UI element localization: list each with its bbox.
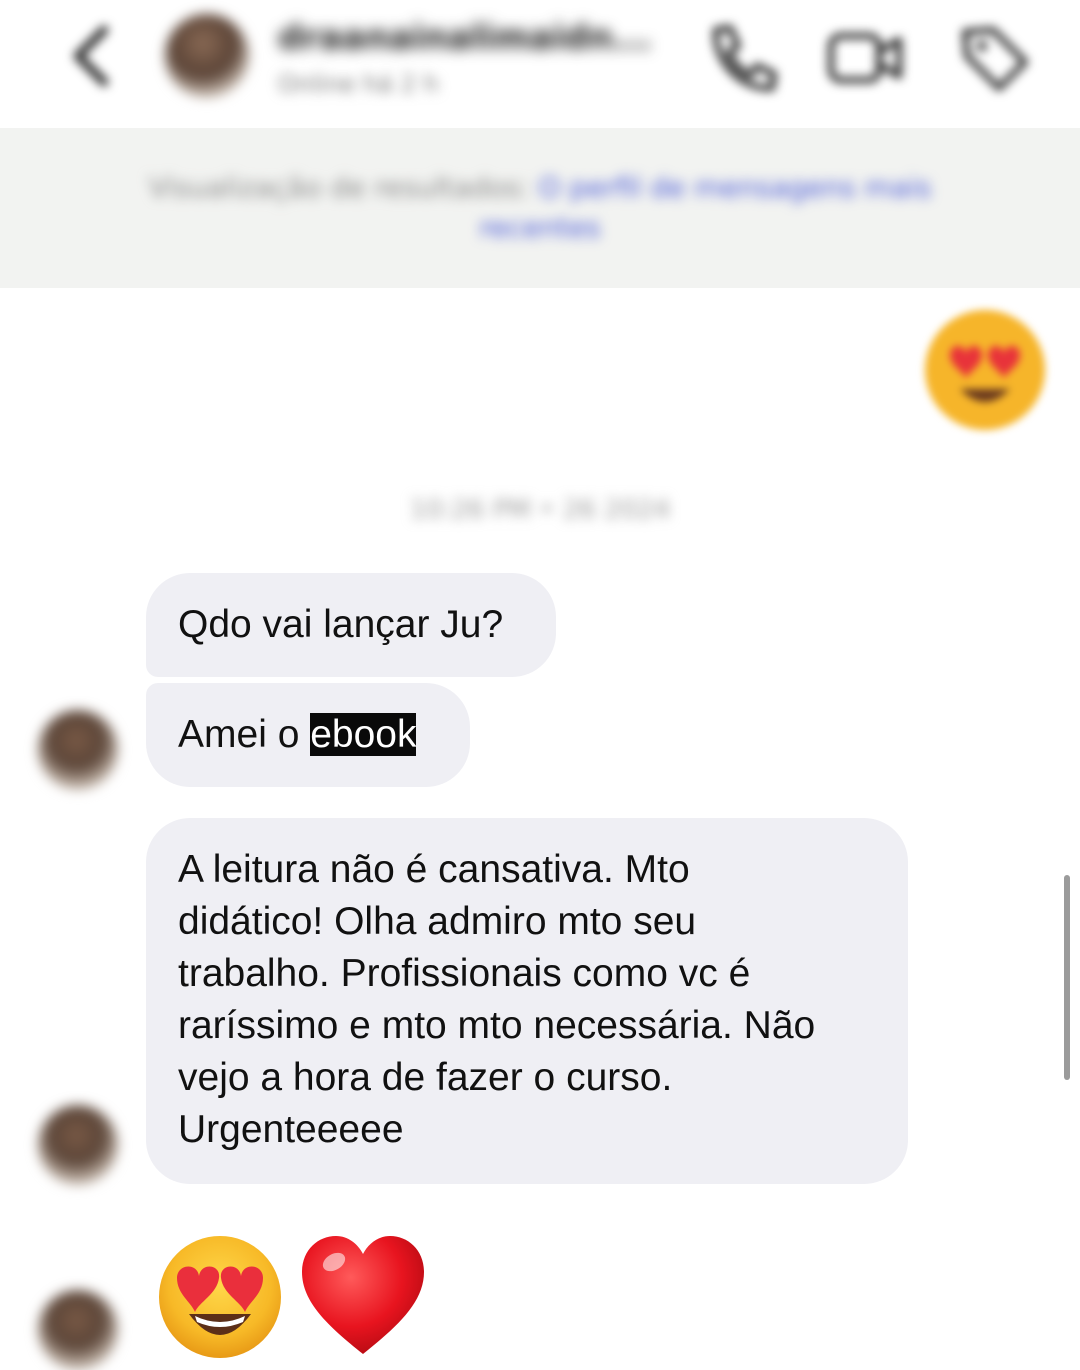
video-call-button[interactable] <box>825 18 905 98</box>
back-button[interactable] <box>62 20 122 92</box>
notice-banner: Visualização de resultados: O perfil de … <box>0 128 1080 288</box>
notice-label: Visualização de resultados: <box>148 171 530 204</box>
tag-button[interactable] <box>955 18 1035 98</box>
sent-emoji-message[interactable] <box>920 305 1050 435</box>
message-line: trabalho. Profissionais como vc é <box>178 952 751 995</box>
chat-header: draanainalimaidn... Online há 2 h <box>0 0 1080 125</box>
video-camera-icon <box>828 33 902 83</box>
highlighted-text-selection[interactable]: ebook <box>310 713 417 756</box>
scrollbar[interactable] <box>1064 875 1070 1080</box>
contact-avatar[interactable] <box>165 14 249 98</box>
heart-eyes-emoji-icon <box>159 1236 281 1358</box>
message-text: Amei o <box>178 713 311 756</box>
emoji-message[interactable] <box>298 1232 428 1362</box>
tag-icon <box>962 27 1028 91</box>
call-button[interactable] <box>702 18 782 98</box>
notice-link[interactable]: O perfil de mensagens mais recentes <box>479 171 931 244</box>
message-text: Qdo vai lançar Ju? <box>178 603 504 646</box>
chevron-left-icon <box>73 25 109 87</box>
emoji-message[interactable] <box>155 1232 285 1362</box>
sender-avatar[interactable] <box>38 710 118 790</box>
message-bubble[interactable]: Amei o ebook <box>146 683 470 787</box>
message-line: vejo a hora de fazer o curso. <box>178 1056 673 1099</box>
sender-avatar[interactable] <box>38 1290 118 1370</box>
message-line: A leitura não é cansativa. Mto <box>178 848 690 891</box>
message-bubble[interactable]: Qdo vai lançar Ju? <box>146 573 556 677</box>
notice-text: Visualização de resultados: O perfil de … <box>110 168 970 248</box>
message-timestamp: 10:26 PM • 26 2024 <box>409 495 671 525</box>
sender-avatar[interactable] <box>38 1105 118 1185</box>
red-heart-icon <box>302 1236 424 1354</box>
message-line: Urgenteeeee <box>178 1108 404 1151</box>
message-line: didático! Olha admiro mto seu <box>178 900 697 943</box>
contact-name[interactable]: draanainalimaidn... <box>278 18 658 58</box>
contact-status: Online há 2 h <box>278 70 439 98</box>
phone-icon <box>712 25 777 92</box>
message-bubble[interactable]: A leitura não é cansativa. Mto didático!… <box>146 818 908 1184</box>
heart-eyes-emoji-icon <box>925 310 1045 430</box>
message-line: raríssimo e mto mto necessária. Não <box>178 1004 816 1047</box>
